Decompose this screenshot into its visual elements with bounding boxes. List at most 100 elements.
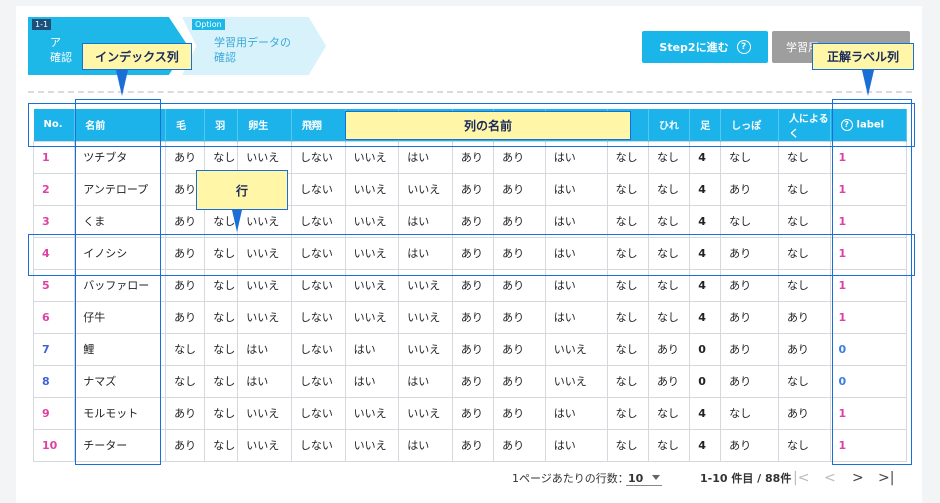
table-cell: はい — [398, 204, 453, 238]
table-cell: しない — [290, 364, 346, 398]
step-tag: 1-1 — [32, 19, 52, 30]
row-number: 10 — [32, 428, 76, 462]
table-cell: あり — [493, 396, 546, 430]
table-cell: あり — [451, 428, 495, 462]
label-col-highlight-box — [832, 99, 912, 465]
table-cell: なし — [165, 332, 206, 366]
table-cell: はい — [544, 172, 608, 206]
table-row[interactable]: 10 チーター あり なし いいえ しない いいえ はい あり あり はい なし なし 4 あり なし 1 — [32, 428, 908, 462]
callout-tail — [862, 70, 874, 96]
table-cell: なし — [777, 204, 831, 238]
table-cell: あり — [647, 364, 691, 398]
data-table: No. 名前毛羽卵生 飛翔 ひれ足しっぽ 人によるく? label 1 ツチブタ あり なし いい… — [32, 109, 908, 462]
callout-col-names: 列の名前 — [345, 111, 631, 140]
callout-index-col: インデックス列 — [82, 43, 192, 70]
step-option[interactable]: Option 学習用データの 確認 — [182, 17, 326, 75]
table-cell: 0 — [689, 332, 722, 366]
table-cell: いいえ — [344, 204, 400, 238]
row-number: 2 — [32, 172, 76, 206]
step-line1: ア — [50, 36, 61, 49]
table-cell: しない — [290, 300, 346, 334]
table-row[interactable]: 8 ナマズ なし なし はい しない はい はい あり あり いいえ なし あり 0 あり なし 0 — [32, 364, 908, 398]
table-cell: あり — [493, 364, 546, 398]
next-page-icon[interactable]: > — [852, 470, 864, 486]
table-cell: あり — [493, 428, 546, 462]
table-cell: いいえ — [344, 428, 400, 462]
callout-index-text: インデックス列 — [95, 50, 179, 64]
table-cell: しない — [290, 396, 346, 430]
row-number: 6 — [32, 300, 76, 334]
rows-per-page-select[interactable]: 10 — [626, 468, 662, 486]
table-cell: はい — [344, 332, 400, 366]
table-row[interactable]: 2アンテロープありなしいいえしないいいえいいえありありはいなしなし4ありなし1 — [32, 172, 908, 206]
table-cell: 4 — [689, 428, 722, 462]
table-cell: 4 — [689, 204, 722, 238]
table-cell: あり — [720, 428, 779, 462]
table-cell: いいえ — [237, 300, 292, 334]
table-cell: いいえ — [544, 364, 608, 398]
table-cell: しない — [290, 204, 346, 238]
table-cell: いいえ — [237, 428, 292, 462]
table-cell: しない — [290, 172, 346, 206]
callout-label-col: 正解ラベル列 — [812, 43, 914, 70]
step-tag: Option — [192, 19, 225, 30]
row-number: 7 — [32, 332, 76, 366]
table-cell: なし — [606, 396, 649, 430]
callout-tail — [232, 210, 242, 232]
callout-label-text: 正解ラベル列 — [826, 50, 899, 64]
table-cell: なし — [647, 172, 691, 206]
row-number: 9 — [32, 396, 76, 430]
table-cell: なし — [777, 428, 831, 462]
table-cell: なし — [204, 332, 239, 366]
table-cell: なし — [777, 364, 831, 398]
table-cell: いいえ — [544, 332, 608, 366]
caret-down-icon — [652, 475, 660, 480]
table-row[interactable]: 9 モルモット あり なし いいえ しない いいえ いいえ あり あり はい なし なし 4 なし あり 1 — [32, 396, 908, 430]
prev-page-icon[interactable]: < — [824, 470, 836, 486]
row-number: 8 — [32, 364, 76, 398]
table-cell: なし — [204, 428, 239, 462]
table-cell: はい — [544, 300, 608, 334]
table-cell: あり — [493, 204, 546, 238]
table-cell: なし — [606, 204, 649, 238]
table-cell: はい — [398, 428, 453, 462]
callout-row: 行 — [196, 170, 288, 210]
callout-tail — [116, 70, 128, 96]
table-cell: しない — [290, 332, 346, 366]
table-cell: いいえ — [344, 396, 400, 430]
callout-row-text: 行 — [235, 183, 248, 198]
table-cell: なし — [204, 364, 239, 398]
table-cell: あり — [493, 300, 546, 334]
table-cell: なし — [606, 300, 649, 334]
table-cell: なし — [165, 364, 206, 398]
table-row[interactable]: 6 仔牛 あり なし いいえ しない いいえ いいえ あり あり はい なし なし 4 あり あり 1 — [32, 300, 908, 334]
callout-colnames-text: 列の名前 — [463, 119, 512, 133]
next-step-button[interactable]: Step2に進む ? — [642, 31, 768, 63]
table-cell: いいえ — [398, 396, 453, 430]
pagination: 1ページあたりの行数： 10 1-10 件目 / 88件 |< < > >| — [0, 466, 940, 488]
table-cell: なし — [777, 172, 831, 206]
rows-per-page-value: 10 — [628, 472, 644, 485]
help-icon: ? — [736, 40, 751, 54]
table-cell: いいえ — [398, 172, 453, 206]
table-cell: あり — [451, 332, 495, 366]
table-row[interactable]: 7 鯉なし なし はい しない はい いいえ あり あり いいえ なし あり 0 あり あり 0 — [32, 332, 908, 366]
table-cell: あり — [165, 428, 206, 462]
step-line2: 確認 — [50, 51, 72, 64]
table-cell: 0 — [689, 364, 722, 398]
table-row[interactable]: 3 くま あり なし いいえ しない いいえ はい あり あり はい なし なし 4 なし なし 1 — [32, 204, 908, 238]
last-page-icon[interactable]: >| — [878, 470, 894, 486]
table-cell: あり — [720, 300, 779, 334]
table-cell: あり — [777, 300, 831, 334]
table-cell: いいえ — [344, 172, 400, 206]
table-cell: なし — [606, 172, 649, 206]
table-cell: 4 — [689, 396, 722, 430]
table-cell: はい — [544, 396, 608, 430]
first-page-icon[interactable]: |< — [793, 470, 809, 486]
table-cell: なし — [204, 300, 239, 334]
table-cell: あり — [777, 332, 831, 366]
table-cell: あり — [493, 332, 546, 366]
table-cell: はい — [544, 204, 608, 238]
table-cell: あり — [720, 332, 779, 366]
table-cell: あり — [165, 396, 206, 430]
